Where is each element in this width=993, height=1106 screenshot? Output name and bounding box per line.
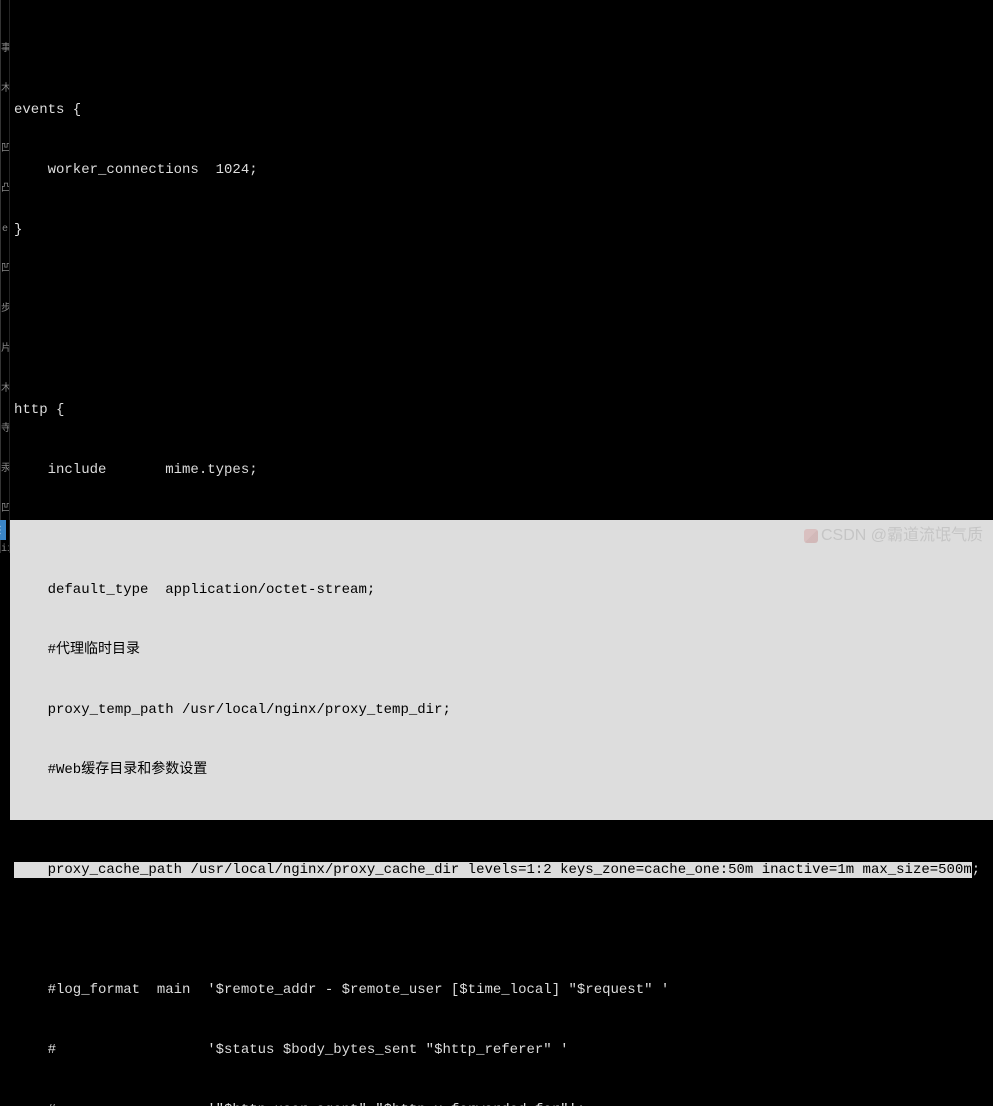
gutter-char [1,160,9,180]
code-line[interactable]: include mime.types; [10,460,993,480]
gutter-char: 片 [1,340,9,360]
gutter-char [1,20,9,40]
code-line[interactable]: #log_format main '$remote_addr - $remote… [10,980,993,1000]
watermark-text: CSDN @霸道流氓气质 [821,527,983,544]
code-text[interactable]: ; [972,862,980,878]
editor-wrapper: 事木凹凸e凹步片木寺汞凹ii(各 events { worker_connect… [0,0,993,553]
gutter-char: 木 [1,380,9,400]
gutter-char [1,240,9,260]
gutter-char [1,0,9,20]
code-line[interactable] [10,280,993,300]
gutter-char: 汞 [1,460,9,480]
code-line[interactable] [10,340,993,360]
code-line[interactable]: #代理临时目录 [10,640,993,660]
watermark: CSDN @霸道流氓气质 [804,521,983,545]
code-line[interactable]: # '$status $body_bytes_sent "$http_refer… [10,1040,993,1060]
gutter-char: 步 [1,300,9,320]
gutter-char [1,400,9,420]
gutter-char [1,280,9,300]
selection-block[interactable]: default_type application/octet-stream; #… [10,520,993,820]
gutter-char: 凹 [1,500,9,520]
gutter-char: 木 [1,80,9,100]
code-area[interactable]: events { worker_connections 1024; } http… [10,0,993,553]
code-line[interactable]: proxy_cache_path /usr/local/nginx/proxy_… [10,860,993,880]
gutter-char: 寺 [1,420,9,440]
gutter-char: 凹 [1,140,9,160]
code-line[interactable] [10,920,993,940]
gutter-char [1,200,9,220]
gutter-char: 事 [1,40,9,60]
gutter-char [1,120,9,140]
gutter-char [1,480,9,500]
code-line[interactable]: } [10,220,993,240]
code-line[interactable] [10,40,993,60]
code-line[interactable]: # '"$http_user_agent" "$http_x_forwarded… [10,1100,993,1106]
gutter-char [1,440,9,460]
code-line[interactable]: http { [10,400,993,420]
gutter-char [1,60,9,80]
code-line[interactable]: events { [10,100,993,120]
code-line[interactable]: #Web缓存目录和参数设置 [10,760,993,780]
selection-end[interactable]: proxy_cache_path /usr/local/nginx/proxy_… [14,862,972,878]
code-line[interactable]: worker_connections 1024; [10,160,993,180]
gutter-char: ii [1,540,9,553]
code-line[interactable]: proxy_temp_path /usr/local/nginx/proxy_t… [10,700,993,720]
gutter-char [1,100,9,120]
gutter-char [1,360,9,380]
gutter: 事木凹凸e凹步片木寺汞凹ii(各 [0,0,10,553]
csdn-logo-icon [804,529,818,543]
gutter-char [1,320,9,340]
bookmark-icon[interactable] [0,520,6,540]
gutter-char: 凸 [1,180,9,200]
code-line[interactable]: default_type application/octet-stream; [10,580,993,600]
gutter-char: 凹 [1,260,9,280]
gutter-char: e [1,220,9,240]
